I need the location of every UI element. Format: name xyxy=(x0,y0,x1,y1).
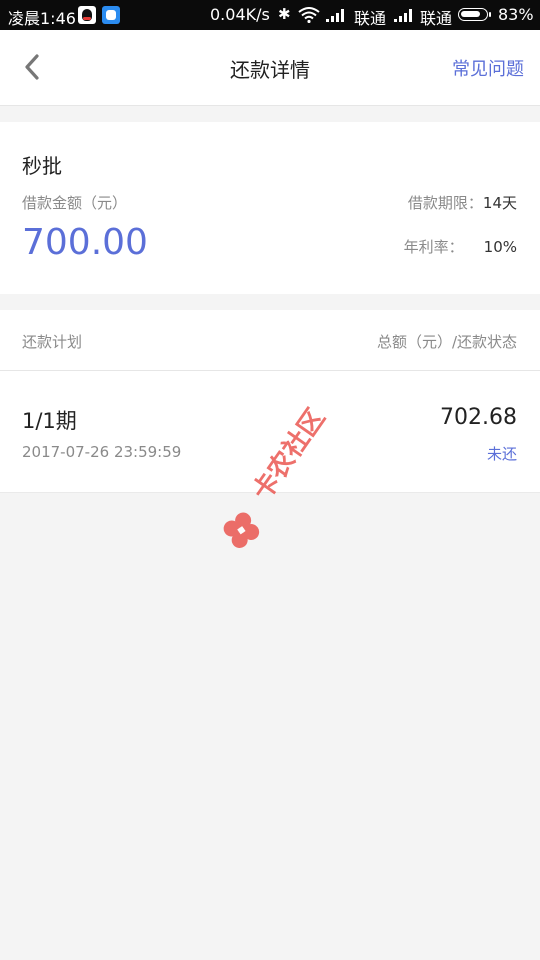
app-icon xyxy=(102,6,120,24)
loan-summary-card: 秒批 借款金额（元） 700.00 借款期限：14天 年利率： 10% xyxy=(0,122,540,294)
interest-rate-label: 年利率： xyxy=(403,238,464,256)
battery-icon xyxy=(458,8,491,21)
faq-link[interactable]: 常见问题 xyxy=(452,55,524,81)
bluetooth-icon: ✱ xyxy=(278,5,291,23)
installment-due-date: 2017-07-26 23:59:59 xyxy=(22,443,182,461)
app-header: 还款详情 常见问题 xyxy=(0,30,540,106)
battery-percent: 83% xyxy=(498,5,534,24)
loan-term: 借款期限：14天 xyxy=(408,192,517,213)
installment-period: 1/1期 xyxy=(22,409,77,433)
qq-icon xyxy=(78,6,96,24)
signal-icon xyxy=(326,9,344,22)
loan-amount-label: 借款金额（元） xyxy=(22,194,128,212)
installment-status: 未还 xyxy=(486,445,517,463)
wifi-icon xyxy=(298,7,320,23)
installment-row[interactable]: 1/1期 2017-07-26 23:59:59 702.68 未还 xyxy=(0,371,540,493)
loan-term-value: 14天 xyxy=(482,194,517,212)
interest-rate: 年利率： 10% xyxy=(404,236,517,257)
status-bar: 凌晨1:46 0.04K/s ✱ 联通 联通 83% xyxy=(0,0,540,30)
product-name: 秒批 xyxy=(22,154,62,178)
installment-amount: 702.68 xyxy=(440,405,517,430)
carrier-label: 联通 xyxy=(354,9,387,28)
loan-amount-value: 700.00 xyxy=(22,222,148,263)
loan-term-label: 借款期限： xyxy=(407,194,483,212)
network-speed: 0.04K/s xyxy=(210,5,270,24)
status-time: 凌晨1:46 xyxy=(8,9,76,28)
repayment-plan-header: 还款计划 总额（元）/还款状态 xyxy=(0,310,540,371)
carrier-label: 联通 xyxy=(420,9,453,28)
repayment-plan-title: 还款计划 xyxy=(22,333,83,351)
signal-icon xyxy=(394,9,412,22)
interest-rate-value: 10% xyxy=(483,238,517,256)
repayment-plan-columns: 总额（元）/还款状态 xyxy=(376,333,517,351)
